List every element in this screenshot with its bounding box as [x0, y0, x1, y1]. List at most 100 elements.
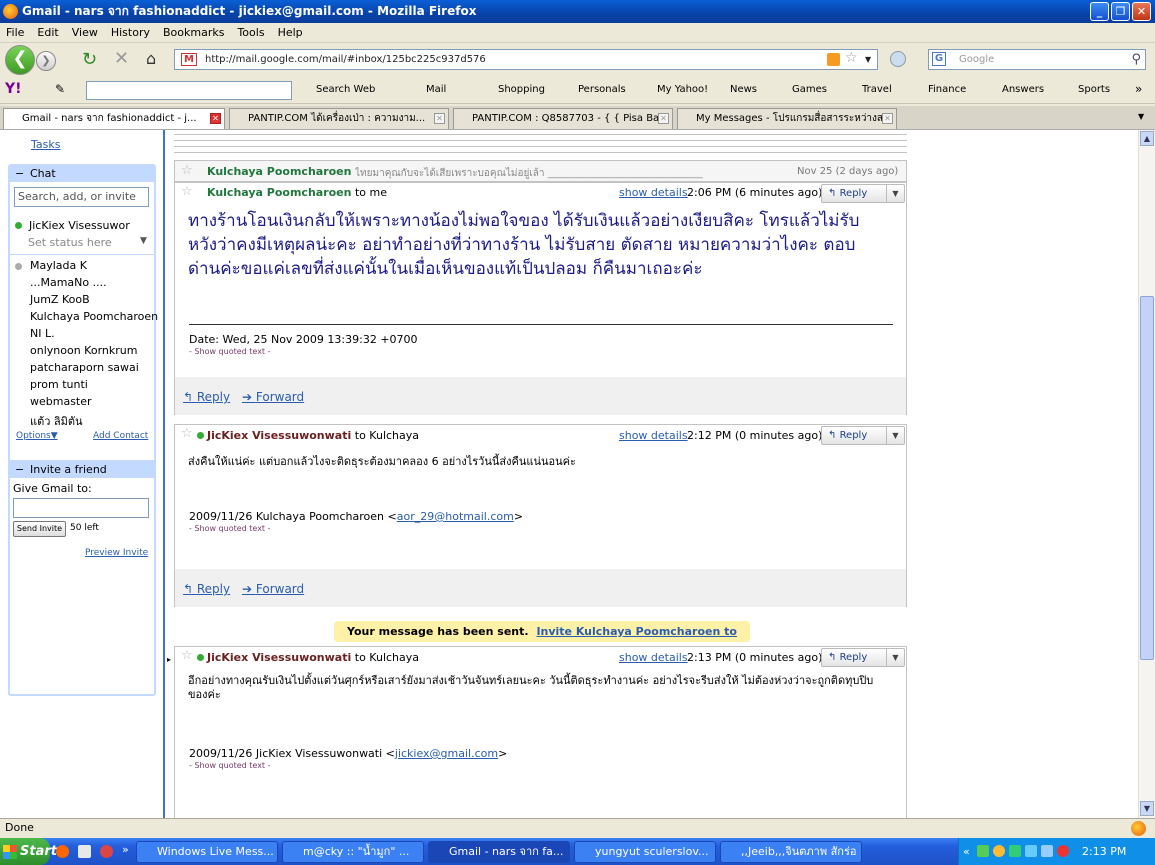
preview-invite-link[interactable]: Preview Invite [85, 548, 148, 558]
chat-collapse-icon[interactable]: − [15, 167, 24, 180]
tab-pantip-2[interactable]: PANTIP.COM : Q8587703 - { { Pisa Ba... ✕ [453, 108, 673, 129]
menu-bookmarks[interactable]: Bookmarks [157, 23, 231, 39]
tray-app-icon[interactable] [993, 845, 1005, 857]
menu-history[interactable]: History [105, 23, 157, 39]
show-quoted-text[interactable]: - Show quoted text - [189, 524, 271, 533]
minimize-button[interactable]: _ [1090, 2, 1109, 21]
yahoo-personals[interactable]: Personals [578, 84, 626, 95]
chat-options-link[interactable]: Options▼ [16, 431, 58, 441]
more-options-icon[interactable]: ▼ [886, 649, 904, 666]
set-status-input[interactable]: Set status here [28, 236, 112, 249]
reload-icon[interactable]: ↻ [82, 49, 97, 70]
tab-close-icon[interactable]: ✕ [434, 113, 445, 124]
stop-icon[interactable]: ✕ [114, 48, 129, 69]
forward-button[interactable]: ❯ [36, 51, 56, 71]
forward-link[interactable]: ➔ Forward [242, 390, 304, 404]
back-button[interactable]: ❮ [5, 45, 35, 75]
vertical-scrollbar[interactable]: ▲ ▼ [1138, 130, 1155, 818]
contact-item[interactable]: webmaster [30, 395, 92, 408]
show-details-link[interactable]: show details [619, 651, 688, 664]
scroll-thumb[interactable] [1140, 296, 1154, 660]
tray-network-icon[interactable] [977, 845, 989, 857]
reply-button[interactable]: ↰ Reply ▼ [821, 184, 905, 203]
search-magnifier-icon[interactable]: ⚲ [1131, 50, 1141, 69]
tab-my-messages[interactable]: My Messages - โปรแกรมสื่อสารระหว่างส... ✕ [677, 108, 897, 129]
contact-item[interactable]: แต้ว ลิมิตัน [30, 412, 83, 430]
contact-item[interactable]: NI L. [30, 327, 55, 340]
bookmark-star-icon[interactable]: ☆ [845, 49, 858, 68]
contact-item[interactable]: Maylada K [30, 259, 87, 272]
pencil-icon[interactable]: ✎ [55, 82, 65, 96]
yahoo-shopping[interactable]: Shopping [498, 84, 545, 95]
add-contact-link[interactable]: Add Contact [93, 431, 148, 441]
sender-name[interactable]: JicKiex Visessuwonwati [207, 651, 351, 664]
star-icon[interactable]: ☆ [181, 648, 193, 663]
toolbar-overflow[interactable]: » [1135, 82, 1142, 96]
menu-tools[interactable]: Tools [231, 23, 271, 39]
maximize-button[interactable]: ❐ [1111, 2, 1130, 21]
address-bar[interactable]: M http://mail.google.com/mail/#inbox/125… [174, 49, 878, 70]
reply-link[interactable]: ↰ Reply [183, 390, 230, 404]
scroll-up-icon[interactable]: ▲ [1140, 131, 1154, 146]
contact-item[interactable]: Kulchaya Poomcharoen [30, 310, 158, 323]
contact-item[interactable]: ...MamaNo .... [30, 276, 107, 289]
quicklaunch-overflow-icon[interactable]: » [122, 843, 129, 856]
taskbar-item[interactable]: ,,Jeeib,,,จินตภาพ สักร่อ [720, 841, 862, 863]
contact-item[interactable]: JumZ KooB [30, 293, 90, 306]
reply-link[interactable]: ↰ Reply [183, 582, 230, 596]
tab-close-icon[interactable]: ✕ [210, 113, 221, 124]
tray-sync-icon[interactable] [1025, 845, 1037, 857]
send-invite-button[interactable]: Send Invite [13, 521, 66, 537]
star-icon[interactable]: ☆ [181, 426, 193, 441]
taskbar-item[interactable]: yungyut sculerslov... [574, 841, 716, 863]
contact-item[interactable]: patcharaporn sawai [30, 361, 139, 374]
quicklaunch-media-icon[interactable] [100, 845, 113, 858]
tray-display-icon[interactable] [1041, 845, 1053, 857]
tab-list-icon[interactable]: ▼ [1138, 112, 1144, 121]
chat-search-input[interactable]: Search, add, or invite [14, 187, 149, 207]
sender-name[interactable]: JicKiex Visessuwonwati [207, 429, 351, 442]
star-icon[interactable]: ☆ [181, 163, 193, 178]
search-input[interactable]: G Google ⚲ [928, 49, 1146, 70]
yahoo-search-input[interactable] [86, 81, 292, 100]
contact-item[interactable]: prom tunti [30, 378, 88, 391]
forward-link[interactable]: ➔ Forward [242, 582, 304, 596]
rss-icon[interactable] [827, 53, 840, 66]
yahoo-sports[interactable]: Sports [1078, 84, 1110, 95]
reply-button[interactable]: ↰ Reply ▼ [821, 426, 905, 445]
yahoo-games[interactable]: Games [792, 84, 827, 95]
taskbar-item-active[interactable]: Gmail - nars จาก fa... [428, 841, 570, 863]
url-dropdown-icon[interactable]: ▼ [865, 50, 871, 69]
quote-email-link[interactable]: aor_29@hotmail.com [397, 510, 514, 523]
tab-close-icon[interactable]: ✕ [882, 113, 893, 124]
show-quoted-text[interactable]: - Show quoted text - [189, 347, 271, 356]
yahoo-answers[interactable]: Answers [1002, 84, 1044, 95]
tray-security-icon[interactable] [1057, 845, 1069, 857]
more-options-icon[interactable]: ▼ [886, 427, 904, 444]
status-dropdown-icon[interactable]: ▼ [140, 236, 147, 246]
invite-collapse-icon[interactable]: − [15, 463, 24, 476]
star-icon[interactable]: ☆ [181, 184, 193, 199]
reply-button[interactable]: ↰ Reply ▼ [821, 648, 905, 667]
menu-help[interactable]: Help [272, 23, 310, 39]
tab-close-icon[interactable]: ✕ [658, 113, 669, 124]
show-quoted-text[interactable]: - Show quoted text - [189, 761, 271, 770]
more-options-icon[interactable]: ▼ [886, 185, 904, 202]
search-engine-icon[interactable]: G [932, 52, 946, 66]
scroll-down-icon[interactable]: ▼ [1140, 801, 1154, 816]
yahoo-search-web[interactable]: Search Web [316, 84, 375, 95]
menu-view[interactable]: View [66, 23, 105, 39]
yahoo-mail[interactable]: Mail [426, 84, 446, 95]
close-window-button[interactable]: ✕ [1132, 2, 1151, 21]
yahoo-travel[interactable]: Travel [862, 84, 892, 95]
tray-expand-icon[interactable]: « [963, 838, 970, 865]
tray-messenger-icon[interactable] [1009, 845, 1021, 857]
invite-email-input[interactable] [13, 498, 149, 518]
menu-file[interactable]: File [0, 23, 31, 39]
quicklaunch-app-icon[interactable] [78, 845, 91, 858]
yahoo-finance[interactable]: Finance [928, 84, 966, 95]
quicklaunch-firefox-icon[interactable] [56, 845, 69, 858]
quote-email-link[interactable]: jickiex@gmail.com [395, 747, 498, 760]
addon-icon[interactable] [890, 51, 906, 67]
yahoo-news[interactable]: News [730, 84, 757, 95]
